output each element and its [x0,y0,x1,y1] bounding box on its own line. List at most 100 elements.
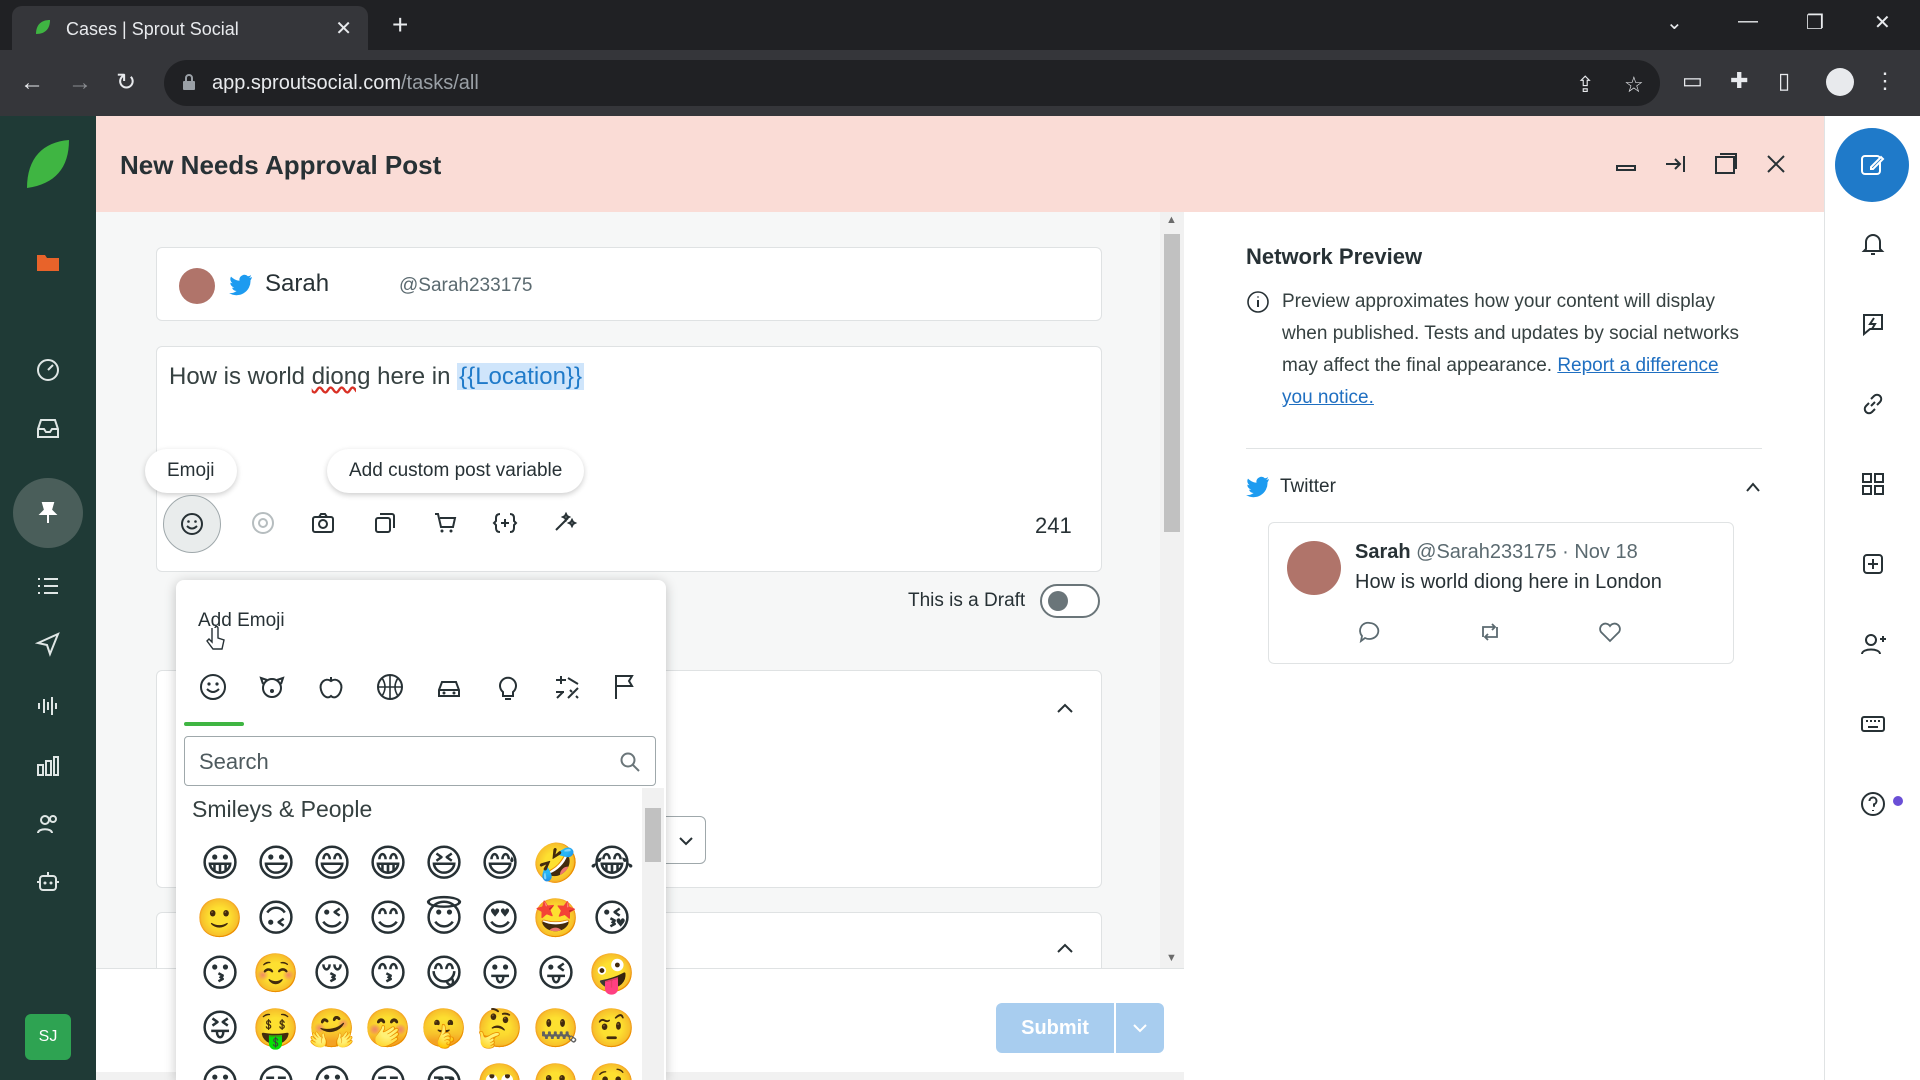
emoji-option[interactable]: 😙 [360,946,416,1001]
emoji-option[interactable]: 🤭 [360,1001,416,1056]
misspelled-word[interactable]: diong [312,363,371,390]
sprout-logo-icon[interactable] [25,138,71,190]
emoji-option[interactable]: 😗 [192,946,248,1001]
submit-button[interactable]: Submit [996,1003,1114,1053]
user-avatar[interactable]: SJ [25,1014,71,1060]
activity-chat-icon[interactable] [1859,310,1887,338]
nav-folder-icon[interactable] [24,238,72,286]
post-message[interactable]: How is world diong here in {{Location}} [169,363,584,391]
emoji-option[interactable]: 🙂 [192,891,248,946]
emoji-option[interactable]: 😊 [360,891,416,946]
category-food-icon[interactable] [316,672,346,702]
emoji-option[interactable]: 🤥 [584,1056,640,1080]
emoji-option[interactable]: 😆 [416,836,472,891]
add-box-icon[interactable] [1859,550,1887,578]
emoji-scrollbar[interactable] [642,788,664,1080]
close-panel-icon[interactable] [1762,150,1790,178]
emoji-option[interactable]: 😋 [416,946,472,1001]
hashtag-suggestion-icon[interactable] [247,507,279,539]
add-user-icon[interactable] [1859,630,1887,658]
forward-icon[interactable]: → [68,68,92,98]
emoji-option[interactable]: 😐 [192,1056,248,1080]
emoji-option[interactable]: 🙃 [248,891,304,946]
keyboard-icon[interactable] [1859,710,1887,738]
emoji-option[interactable]: 🤨 [584,1001,640,1056]
emoji-option[interactable]: 😄 [304,836,360,891]
emoji-option[interactable]: ☺️ [248,946,304,1001]
emoji-option[interactable]: 🤩 [528,891,584,946]
emoji-search-field[interactable] [184,736,656,786]
category-symbols-icon[interactable] [552,672,582,702]
draft-toggle[interactable] [1040,584,1100,618]
emoji-scrollbar-thumb[interactable] [645,808,661,862]
emoji-option[interactable]: 😝 [192,1001,248,1056]
side-panel-icon[interactable]: ▯ [1778,68,1790,94]
emoji-option[interactable]: 😅 [472,836,528,891]
emoji-option[interactable]: 😘 [584,891,640,946]
tab-search-icon[interactable]: ⌄ [1666,10,1683,35]
back-icon[interactable]: ← [20,68,44,98]
nav-gauge-icon[interactable] [24,346,72,394]
scroll-up-icon[interactable]: ▲ [1166,214,1177,226]
category-flags-icon[interactable] [611,672,641,702]
emoji-option[interactable]: 😉 [304,891,360,946]
location-variable[interactable]: {{Location}} [457,363,584,390]
emoji-button[interactable] [163,495,221,553]
emoji-option[interactable]: 😒 [416,1056,472,1080]
dropdown-select[interactable] [664,816,706,864]
address-bar[interactable]: app.sproutsocial.com/tasks/all ⇪ ☆ [164,60,1660,106]
extensions-puzzle-icon[interactable]: ✚ [1730,68,1748,94]
extension-alert-icon[interactable]: ▭ [1682,68,1703,94]
nav-listening-icon[interactable] [24,682,72,730]
emoji-option[interactable]: 😇 [416,891,472,946]
emoji-option[interactable]: 😃 [248,836,304,891]
emoji-option[interactable]: 😏 [360,1056,416,1080]
scroll-down-icon[interactable]: ▼ [1166,952,1177,964]
emoji-search-input[interactable] [199,747,599,777]
post-text-editor[interactable]: How is world diong here in {{Location}} … [145,346,1102,572]
minimize-panel-icon[interactable] [1612,150,1640,178]
expand-window-icon[interactable] [1712,150,1740,178]
browser-profile-avatar[interactable] [1826,68,1854,96]
notifications-bell-icon[interactable] [1859,230,1887,258]
emoji-option[interactable]: 😶 [304,1056,360,1080]
new-tab-icon[interactable]: + [392,10,408,40]
emoji-option[interactable]: 😀 [192,836,248,891]
submit-options-button[interactable] [1116,1003,1164,1053]
emoji-option[interactable]: 😂 [584,836,640,891]
link-icon[interactable] [1859,390,1887,418]
editor-scrollbar[interactable]: ▲ ▼ [1160,212,1184,968]
chevron-up-icon[interactable] [1055,941,1075,955]
category-smileys-icon[interactable] [198,672,228,702]
close-window-icon[interactable]: ✕ [1874,10,1891,35]
product-cart-icon[interactable] [429,507,461,539]
minimize-icon[interactable]: — [1738,10,1758,33]
bookmark-star-icon[interactable]: ☆ [1624,72,1644,98]
restore-icon[interactable]: ❐ [1806,10,1824,35]
emoji-option[interactable]: 🤐 [528,1001,584,1056]
tab-close-icon[interactable]: ✕ [335,16,352,41]
media-library-icon[interactable] [369,507,401,539]
chevron-up-icon[interactable] [1744,480,1762,494]
share-icon[interactable]: ⇪ [1576,72,1594,98]
nav-people-icon[interactable] [24,800,72,848]
emoji-option[interactable]: 😑 [248,1056,304,1080]
nav-list-icon[interactable] [24,562,72,610]
custom-variable-icon[interactable] [489,507,521,539]
help-icon[interactable] [1859,790,1887,818]
nav-bot-icon[interactable] [24,858,72,906]
emoji-option[interactable]: 🤗 [304,1001,360,1056]
emoji-option[interactable]: 😁 [360,836,416,891]
emoji-option[interactable]: 😚 [304,946,360,1001]
nav-inbox-icon[interactable] [24,404,72,452]
category-animals-icon[interactable] [257,672,287,702]
emoji-option[interactable]: 😍 [472,891,528,946]
apps-grid-icon[interactable] [1859,470,1887,498]
emoji-option[interactable]: 🤫 [416,1001,472,1056]
chevron-up-icon[interactable] [1055,701,1075,715]
emoji-option[interactable]: 🤣 [528,836,584,891]
camera-icon[interactable] [307,507,339,539]
scrollbar-thumb[interactable] [1164,234,1180,532]
category-objects-icon[interactable] [493,672,523,702]
compose-button[interactable] [1835,128,1909,202]
